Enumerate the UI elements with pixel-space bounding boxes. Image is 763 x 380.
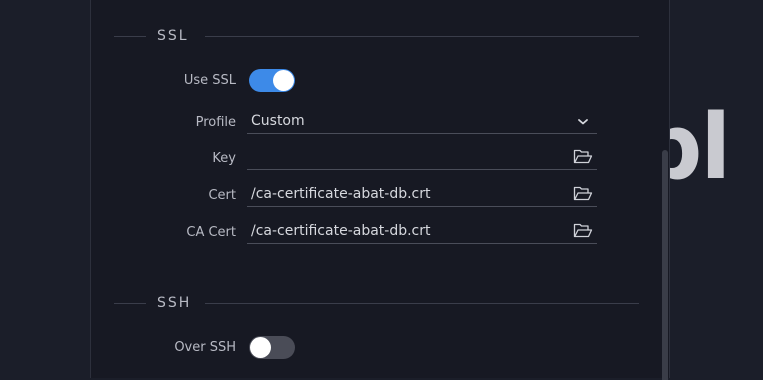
use-ssl-label: Use SSL [183,73,236,88]
section-header-ssh: SSH [114,293,639,313]
profile-value: Custom [251,113,305,129]
key-label: Key [212,151,236,166]
section-title-ssl: SSL [157,28,189,44]
toggle-knob [250,337,271,358]
divider-line [205,303,639,304]
folder-open-icon[interactable] [573,222,593,240]
profile-label: Profile [195,115,236,130]
cert-field[interactable]: /ca-certificate-abat-db.crt [247,182,597,207]
profile-select[interactable]: Custom [247,109,597,134]
toggle-knob [273,70,294,91]
over-ssh-label: Over SSH [174,340,236,355]
divider-line [205,36,639,37]
chevron-down-icon [573,112,593,130]
divider-line [114,303,146,304]
divider-line [114,36,146,37]
ca-cert-field[interactable]: /ca-certificate-abat-db.crt [247,219,597,244]
key-field[interactable] [247,145,597,170]
section-header-ssl: SSL [114,26,639,46]
ca-cert-label: CA Cert [186,225,236,240]
folder-open-icon[interactable] [573,148,593,166]
use-ssl-toggle[interactable] [249,69,295,92]
over-ssh-toggle[interactable] [249,336,295,359]
section-title-ssh: SSH [157,295,192,311]
cert-value: /ca-certificate-abat-db.crt [251,186,431,202]
scrollbar[interactable] [662,150,668,380]
cert-label: Cert [208,188,236,203]
ca-cert-value: /ca-certificate-abat-db.crt [251,223,431,239]
folder-open-icon[interactable] [573,185,593,203]
